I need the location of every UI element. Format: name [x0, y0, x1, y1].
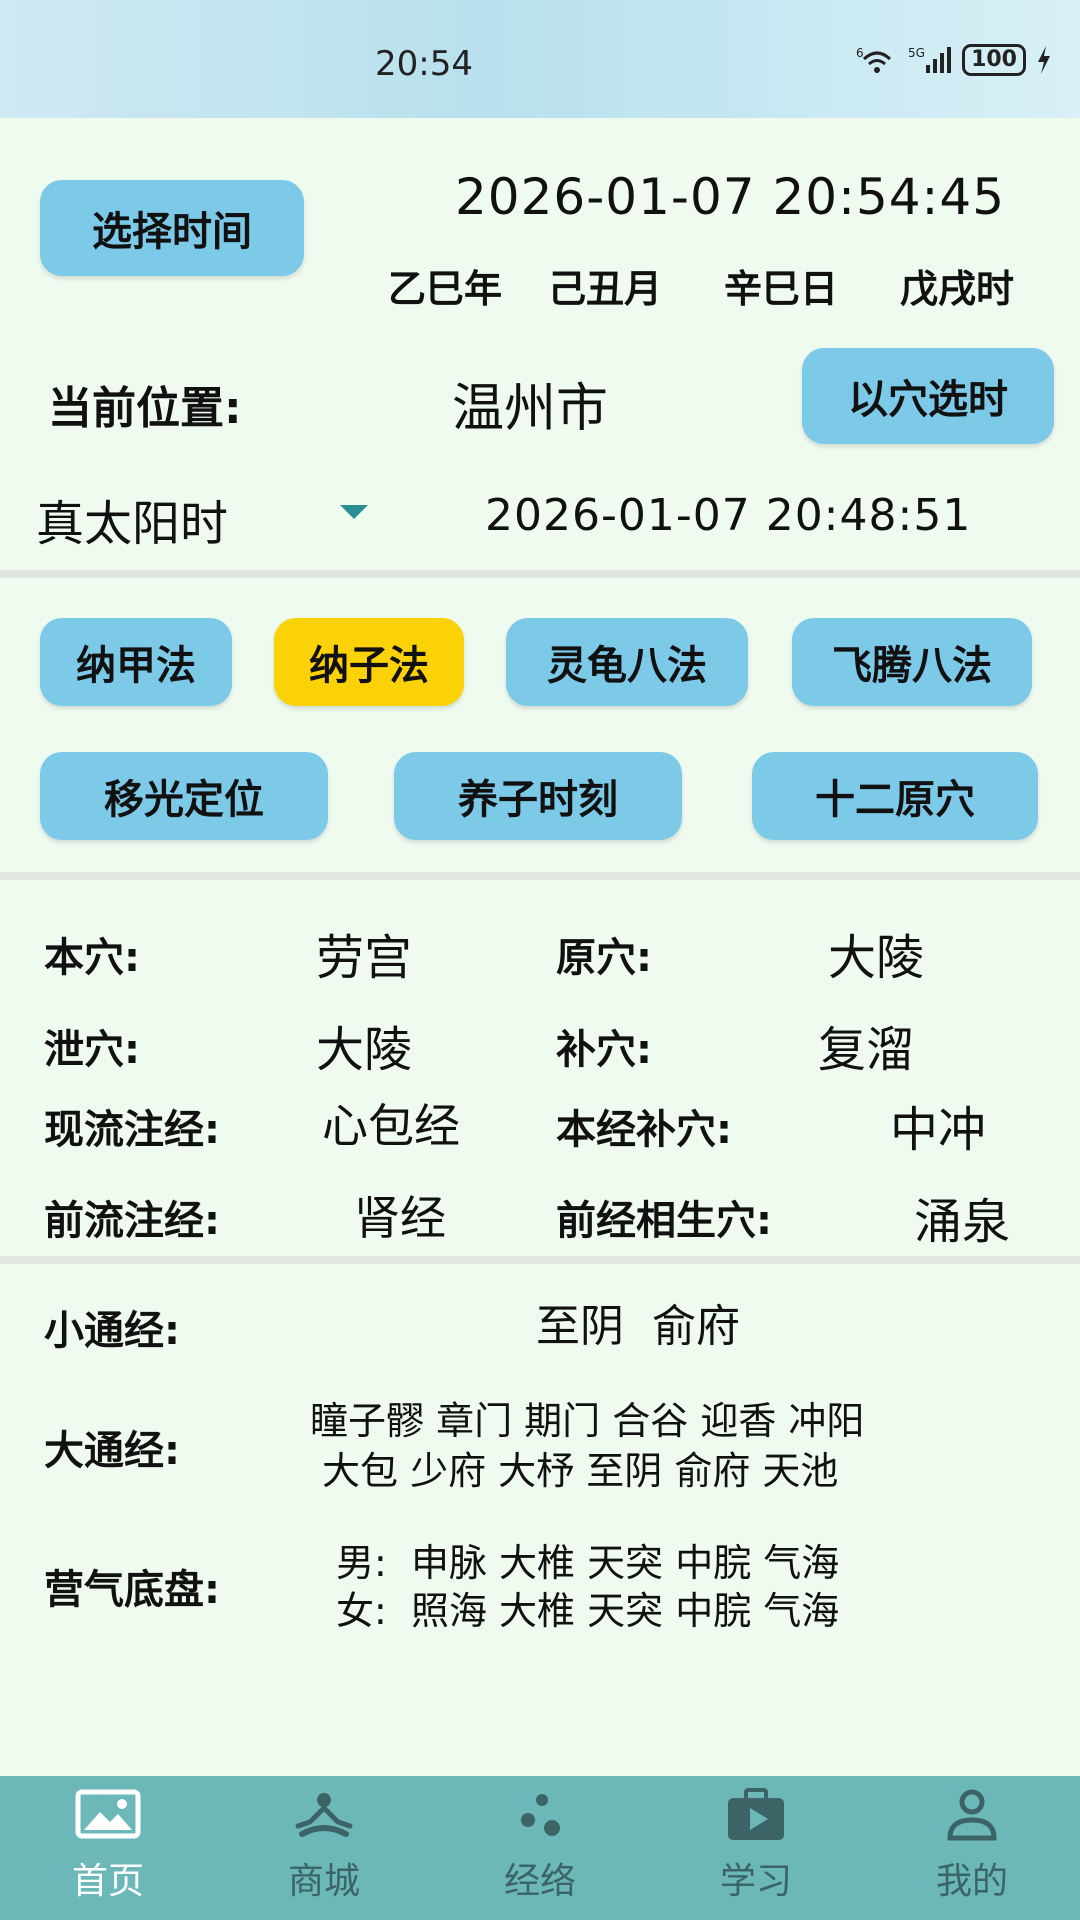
signal-icon: 5G — [908, 46, 952, 73]
status-bar: 20:54 6 5G 100 — [0, 0, 1080, 118]
nav-home[interactable]: 首页 — [0, 1776, 216, 1920]
point-label: 前流注经: — [44, 1198, 220, 1244]
divider — [0, 570, 1080, 578]
point-value: 中冲 — [890, 1102, 987, 1158]
point-label: 本经补穴: — [556, 1107, 732, 1153]
nav-label: 经络 — [503, 1861, 576, 1902]
status-icons: 6 5G 100 — [856, 44, 1052, 76]
point-value: 涌泉 — [914, 1194, 1011, 1250]
big-meridian-line: 瞳子髎 章门 期门 合谷 迎香 冲阳 — [310, 1399, 865, 1443]
battery-indicator: 100 — [962, 44, 1026, 76]
select-time-button[interactable]: 选择时间 — [40, 180, 304, 276]
solar-datetime: 2026-01-07 20:48:51 — [485, 490, 972, 541]
nav-label: 首页 — [71, 1861, 144, 1902]
method-nazi-button[interactable]: 纳子法 — [274, 618, 464, 706]
small-meridian-value: 至阴 俞府 — [536, 1301, 740, 1352]
point-label: 原穴: — [556, 935, 652, 981]
select-by-point-button[interactable]: 以穴选时 — [802, 348, 1054, 444]
point-value: 劳宫 — [316, 930, 413, 986]
point-value: 大陵 — [828, 930, 925, 986]
year-ganzhi: 乙巳年 — [388, 267, 503, 311]
big-meridian-line: 大包 少府 大杼 至阴 俞府 天池 — [322, 1449, 839, 1493]
nav-meridians[interactable]: 经络 — [432, 1776, 648, 1920]
point-value: 心包经 — [322, 1099, 460, 1153]
dropdown-arrow-icon[interactable] — [340, 505, 368, 521]
method-najia-button[interactable]: 纳甲法 — [40, 618, 232, 706]
ying-qi-female: 女: 照海 大椎 天突 中脘 气海 — [336, 1589, 840, 1633]
nav-label: 我的 — [935, 1861, 1008, 1902]
play-briefcase-icon — [728, 1788, 784, 1840]
point-label: 本穴: — [44, 935, 140, 981]
nav-mine[interactable]: 我的 — [864, 1776, 1080, 1920]
point-label: 前经相生穴: — [556, 1198, 772, 1244]
network-label: 5G — [908, 46, 925, 60]
big-meridian-label: 大通经: — [44, 1428, 180, 1474]
dots-icon — [521, 1794, 560, 1836]
meditation-icon — [295, 1793, 353, 1837]
bottom-nav: 首页 商城 经络 学习 我的 — [0, 1776, 1080, 1920]
current-datetime: 2026-01-07 20:54:45 — [455, 168, 1006, 226]
day-ganzhi: 辛巳日 — [724, 267, 839, 311]
method-yiguang-button[interactable]: 移光定位 — [40, 752, 328, 840]
point-label: 现流注经: — [44, 1107, 220, 1153]
status-time: 20:54 — [375, 44, 473, 84]
method-shier-button[interactable]: 十二原穴 — [752, 752, 1038, 840]
point-value: 复溜 — [818, 1022, 915, 1078]
charging-icon — [1038, 46, 1050, 74]
small-meridian-label: 小通经: — [44, 1308, 180, 1354]
wifi-icon: 6 — [856, 46, 892, 73]
time-mode-select[interactable]: 真太阳时 — [36, 484, 228, 554]
point-value: 大陵 — [316, 1022, 413, 1078]
point-value: 肾经 — [354, 1191, 446, 1245]
nav-label: 学习 — [719, 1861, 792, 1902]
nav-label: 商城 — [287, 1861, 360, 1902]
nav-study[interactable]: 学习 — [648, 1776, 864, 1920]
person-icon — [947, 1789, 997, 1841]
hour-ganzhi: 戊戌时 — [900, 267, 1015, 311]
nav-shop[interactable]: 商城 — [216, 1776, 432, 1920]
home-image-icon — [75, 1789, 141, 1839]
location-label: 当前位置: — [48, 383, 242, 434]
month-ganzhi: 己丑月 — [548, 267, 663, 311]
ying-qi-label: 营气底盘: — [44, 1567, 220, 1613]
point-label: 补穴: — [556, 1027, 652, 1073]
ying-qi-male: 男: 申脉 大椎 天突 中脘 气海 — [336, 1541, 840, 1585]
point-label: 泄穴: — [44, 1027, 140, 1073]
divider — [0, 872, 1080, 880]
method-linggui-button[interactable]: 灵龟八法 — [506, 618, 748, 706]
method-yangzi-button[interactable]: 养子时刻 — [394, 752, 682, 840]
divider — [0, 1256, 1080, 1264]
method-feiteng-button[interactable]: 飞腾八法 — [792, 618, 1032, 706]
location-value[interactable]: 温州市 — [452, 366, 608, 441]
wifi-generation-label: 6 — [856, 46, 864, 60]
